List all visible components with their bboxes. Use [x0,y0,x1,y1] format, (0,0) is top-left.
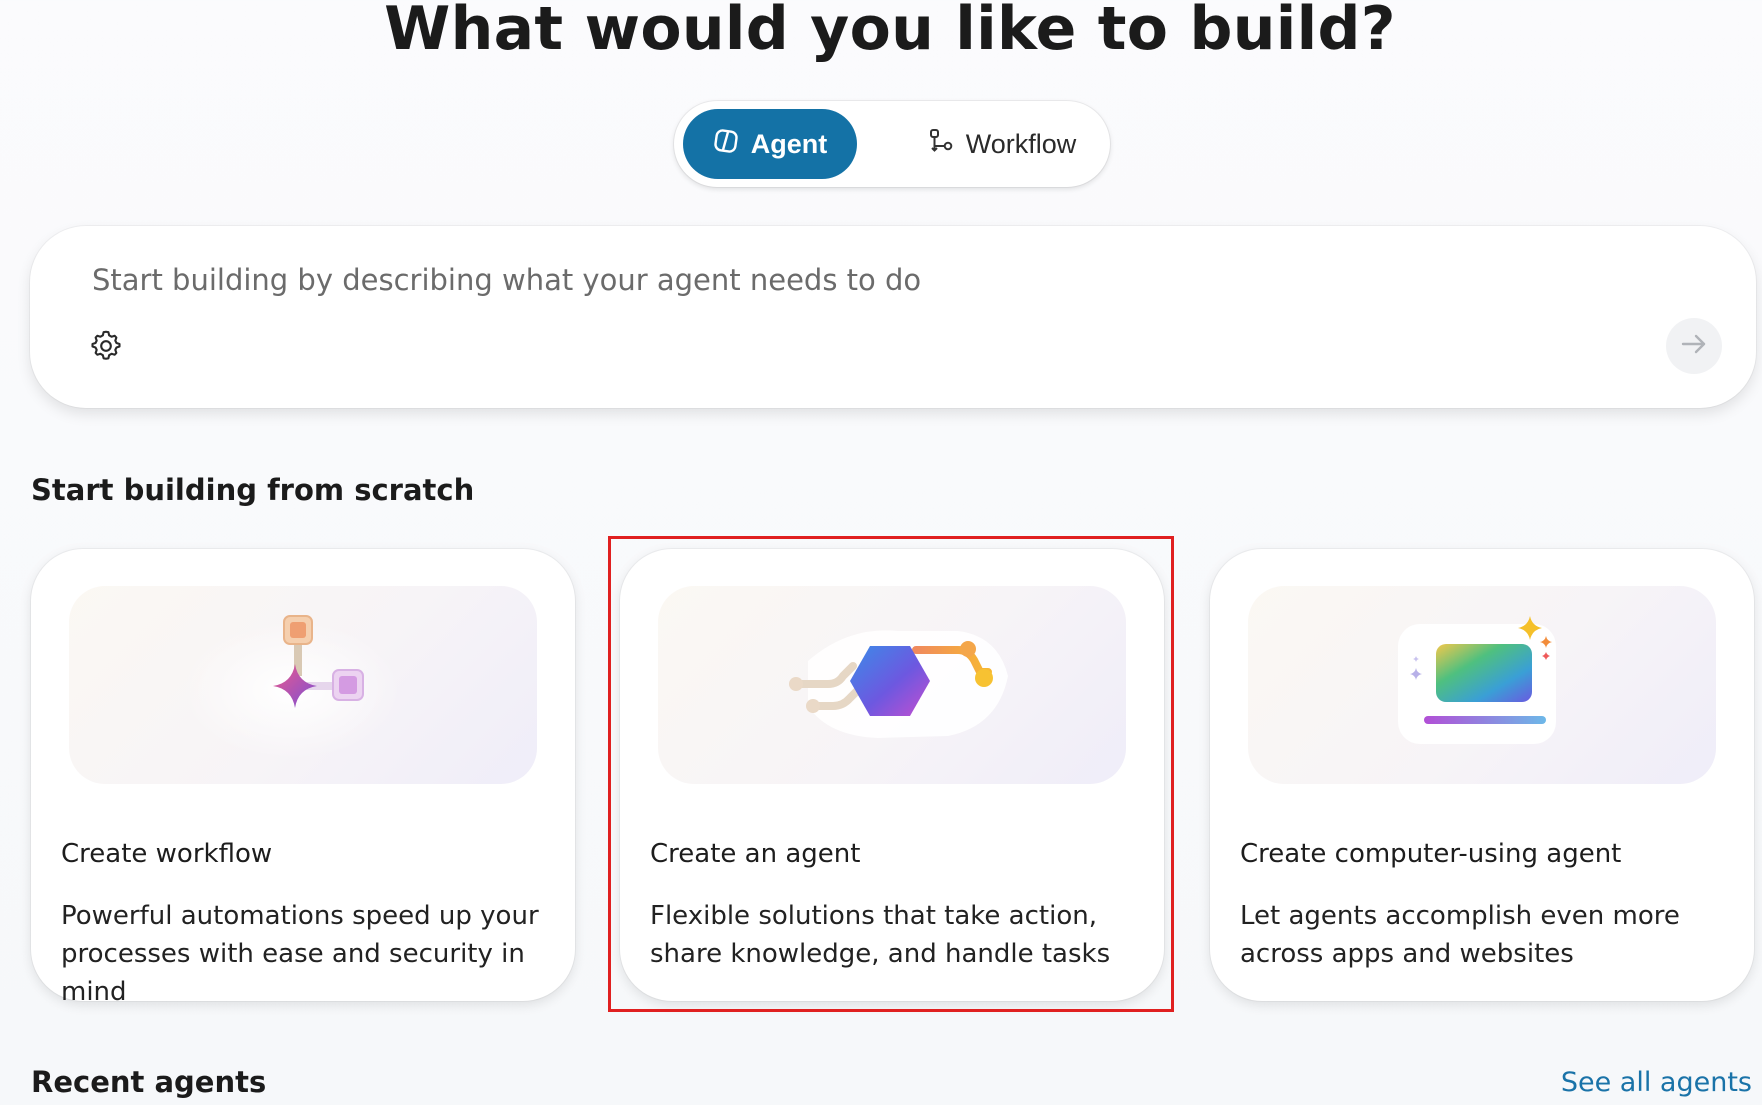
see-all-agents-link[interactable]: See all agents [1561,1067,1752,1098]
create-workflow-card[interactable]: Create workflow Powerful automations spe… [31,549,575,1007]
tab-workflow-label: Workflow [965,128,1077,159]
send-button[interactable] [1666,318,1722,374]
prompt-box [30,226,1756,408]
create-computer-using-agent-card[interactable]: Create computer-using agent Let agents a… [1210,549,1754,1001]
tab-workflow[interactable]: Workflow [914,109,1090,179]
card-title: Create workflow [61,839,273,869]
arrow-right-icon [1678,328,1710,365]
tab-agent[interactable]: Agent [683,109,857,179]
create-agent-card[interactable]: Create an agent Flexible solutions that … [620,549,1164,1001]
workflow-icon [928,128,954,161]
agent-illustration-icon [658,586,1126,784]
scratch-section-heading: Start building from scratch [31,473,475,507]
settings-button[interactable] [88,328,128,368]
computer-agent-illustration-icon [1248,586,1716,784]
card-description: Powerful automations speed up your proce… [61,901,539,1007]
card-title: Create an agent [650,839,861,869]
tab-agent-label: Agent [750,128,828,159]
workflow-illustration-icon [69,586,537,784]
agent-icon [713,128,739,161]
recent-agents-heading: Recent agents [31,1065,267,1099]
mode-toggle: Agent Workflow [674,101,1110,187]
card-description: Let agents accomplish even more across a… [1240,901,1680,969]
card-description: Flexible solutions that take action, sha… [650,901,1111,969]
card-title: Create computer-using agent [1240,839,1622,869]
prompt-input[interactable] [90,254,1594,306]
gear-icon [88,330,124,368]
page-title: What would you like to build? [384,0,1396,64]
